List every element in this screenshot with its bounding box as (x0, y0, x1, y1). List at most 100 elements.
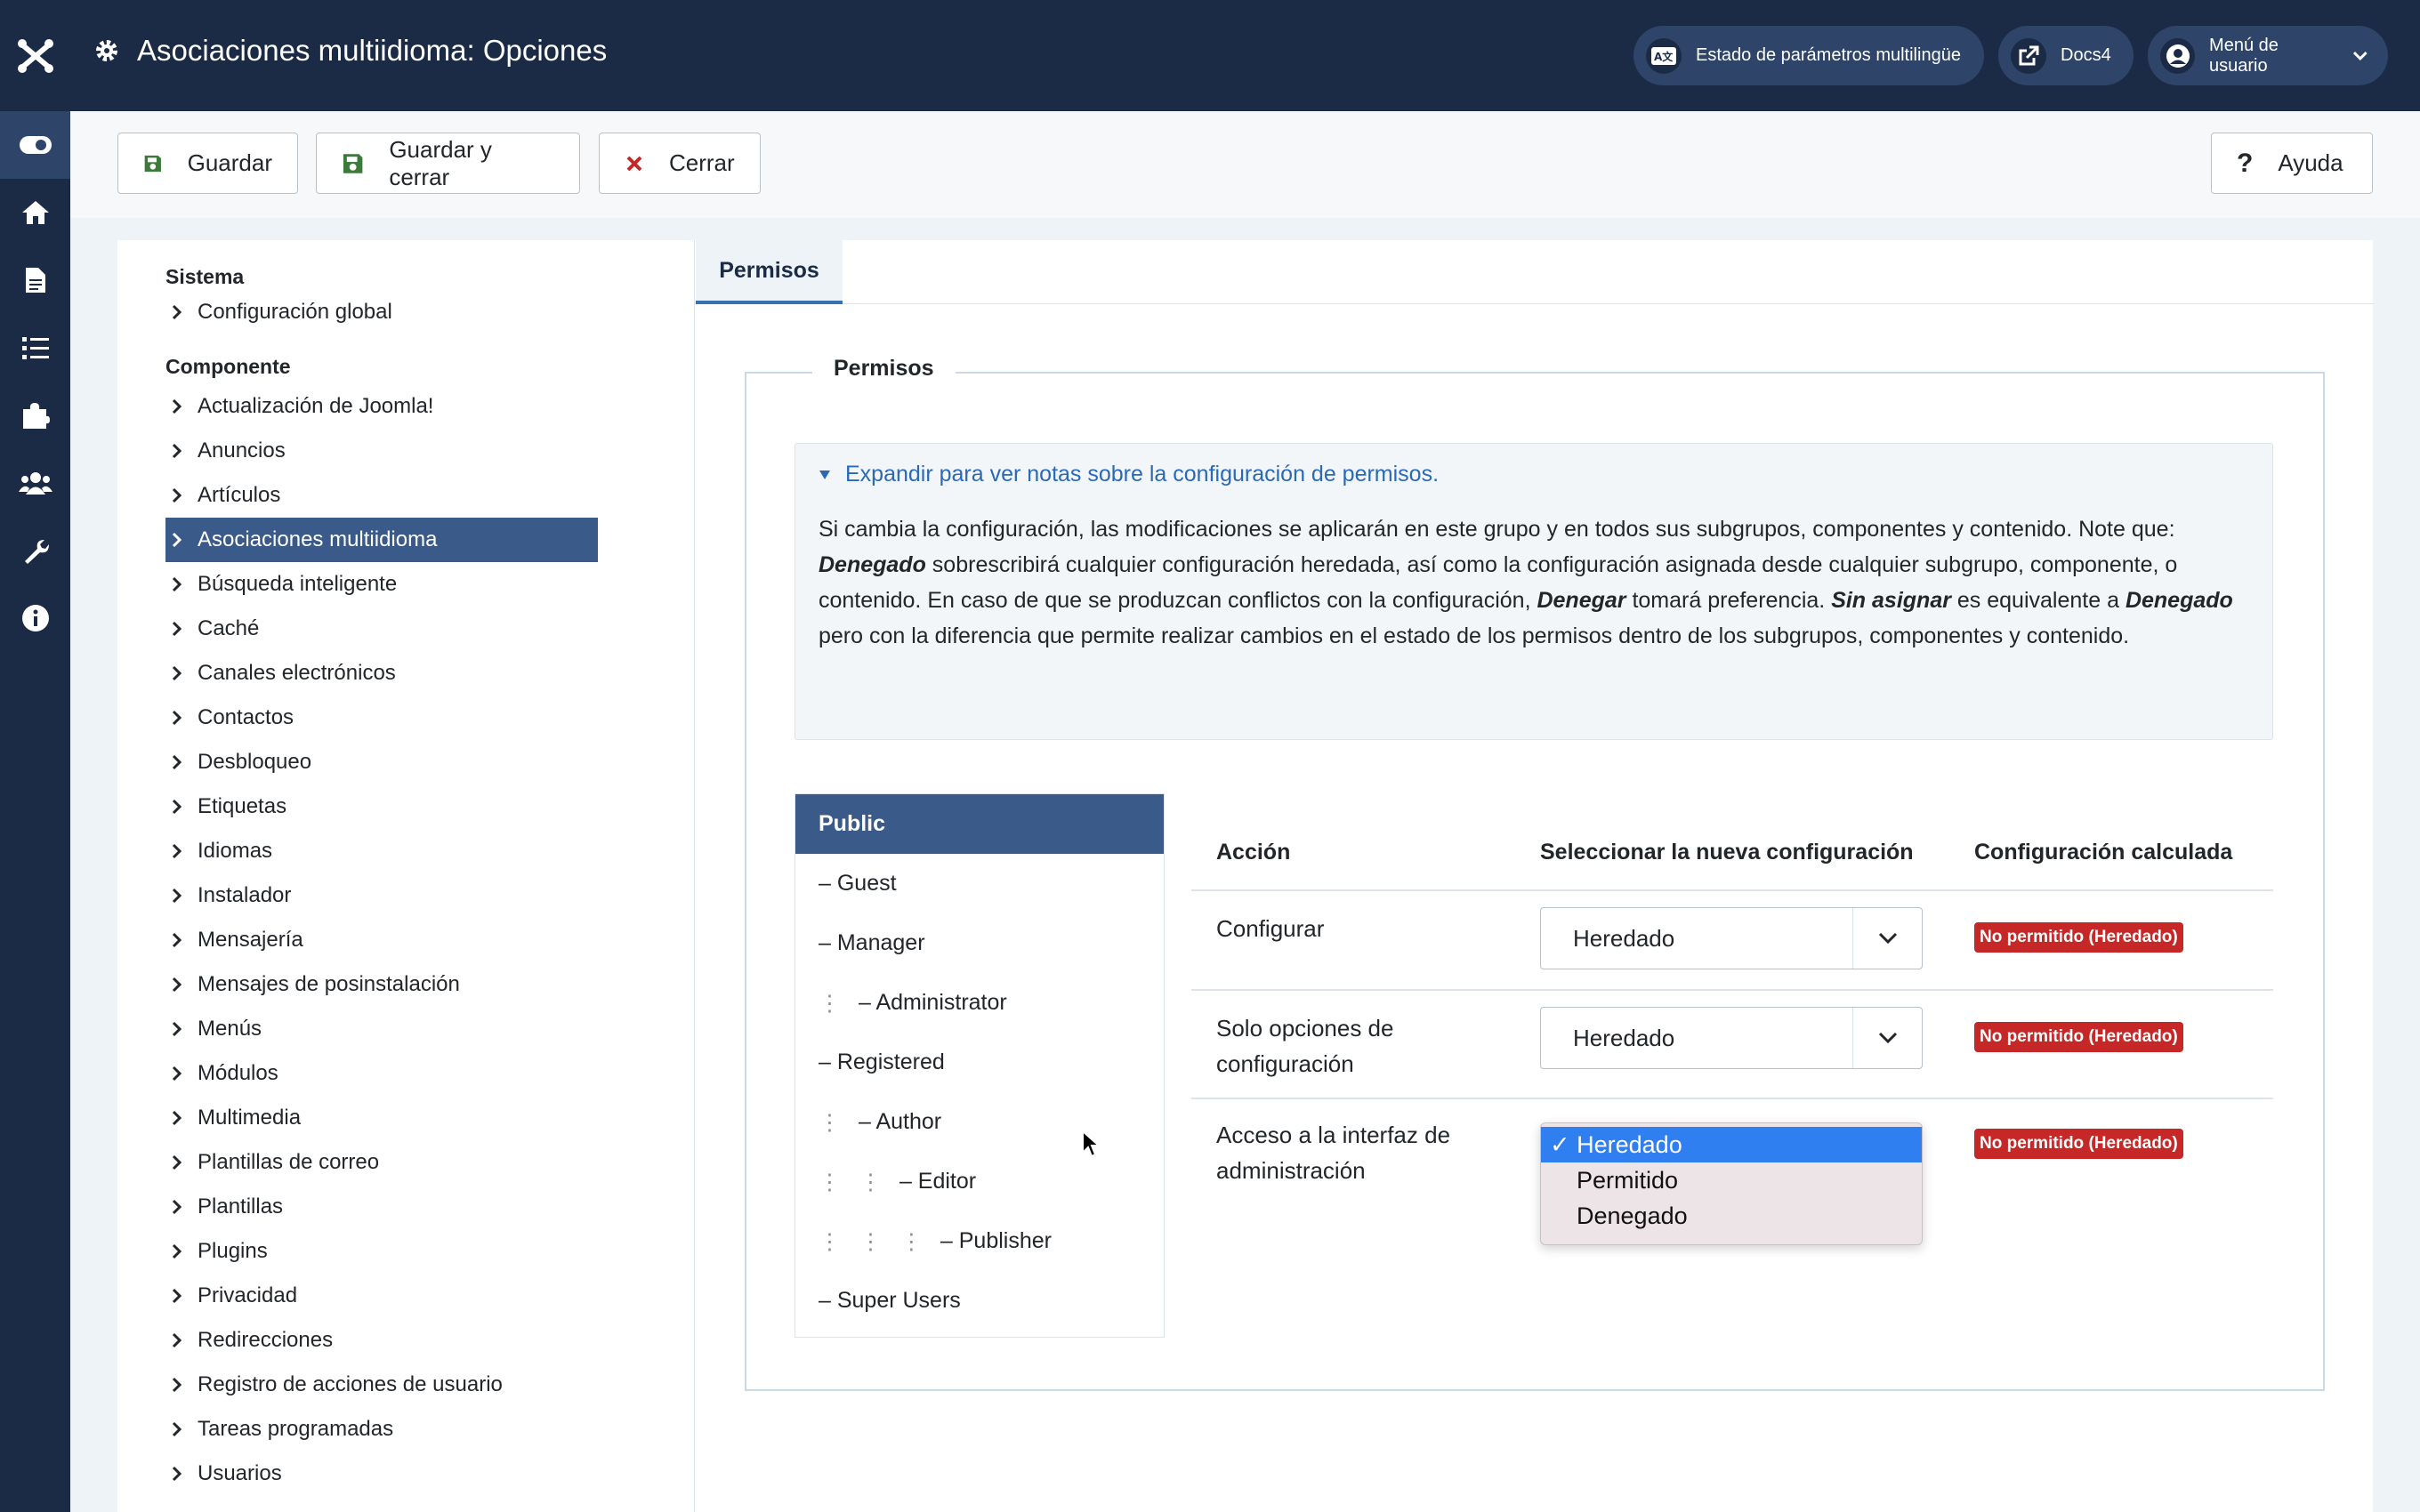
nav-item-component[interactable]: Actualización de Joomla! (165, 384, 598, 429)
user-group-item[interactable]: Public (795, 794, 1164, 854)
nav-item-component[interactable]: Caché (165, 607, 598, 651)
rail-home[interactable] (0, 179, 70, 246)
nav-item-component[interactable]: Anuncios (165, 429, 598, 473)
user-group-item[interactable]: ⋮ – Author (795, 1092, 1164, 1152)
info-icon (21, 605, 49, 631)
user-group-item[interactable]: – Super Users (795, 1271, 1164, 1331)
nav-heading-system: Sistema (165, 265, 245, 288)
nav-item-component[interactable]: Desbloqueo (165, 740, 598, 784)
save-close-button[interactable]: Guardar y cerrar (316, 133, 580, 194)
joomla-logo[interactable] (0, 0, 70, 111)
rail-menus[interactable] (0, 314, 70, 382)
page-title-group: Asociaciones multiidioma: Opciones (93, 34, 607, 68)
nav-item-component[interactable]: Artículos (165, 473, 598, 518)
status-badge: No permitido (Heredado) (1974, 1022, 2183, 1052)
status-badge: No permitido (Heredado) (1974, 1129, 2183, 1159)
chevron-right-icon (172, 1377, 182, 1393)
tab-permissions[interactable]: Permisos (696, 240, 843, 304)
user-group-item[interactable]: ⋮ ⋮ ⋮ – Publisher (795, 1211, 1164, 1271)
permission-select[interactable]: Heredado (1540, 907, 1923, 969)
nav-item-label: Mensajes de posinstalación (198, 972, 460, 996)
permission-select[interactable]: Heredado (1540, 1007, 1923, 1069)
nav-item-label: Canales electrónicos (198, 661, 396, 685)
dropdown-option-denegado[interactable]: Denegado (1541, 1198, 1922, 1234)
multilang-status-label: Estado de parámetros multilingüe (1696, 45, 1961, 65)
nav-item-label: Plantillas (198, 1194, 284, 1218)
chevron-right-icon (172, 1466, 182, 1482)
nav-item-component[interactable]: Redirecciones (165, 1318, 598, 1363)
save-button[interactable]: Guardar (117, 133, 298, 194)
chevron-right-icon (172, 576, 182, 592)
nav-item-component[interactable]: Etiquetas (165, 784, 598, 829)
user-menu-button[interactable]: Menú de usuario (2148, 26, 2388, 85)
action-label: Acceso a la interfaz de administración (1216, 1122, 1451, 1184)
rail-help[interactable] (0, 584, 70, 652)
close-button[interactable]: Cerrar (599, 133, 761, 194)
nav-item-component[interactable]: Plantillas (165, 1185, 598, 1229)
chevron-right-icon (172, 532, 182, 548)
fieldset-legend: Permisos (812, 356, 956, 382)
nav-item-component[interactable]: Menús (165, 1007, 598, 1051)
chevron-right-icon (172, 843, 182, 859)
multilang-status-button[interactable]: A文 Estado de parámetros multilingüe (1634, 26, 1984, 85)
nav-item-label: Etiquetas (198, 794, 287, 818)
dropdown-option-permitido[interactable]: Permitido (1541, 1162, 1922, 1198)
home-icon (21, 201, 49, 224)
nav-item-component[interactable]: Mensajería (165, 918, 598, 962)
user-group-item[interactable]: ⋮ – Administrator (795, 973, 1164, 1033)
user-group-item[interactable]: – Registered (795, 1033, 1164, 1092)
user-group-item[interactable]: – Guest (795, 854, 1164, 913)
options-nav: Sistema Configuración global Componente … (117, 240, 694, 1512)
user-group-item[interactable]: – Manager (795, 913, 1164, 973)
action-label: Solo opciones de configuración (1216, 1015, 1394, 1077)
nav-item-component[interactable]: Instalador (165, 873, 598, 918)
chevron-right-icon (172, 621, 182, 637)
toggle-menu-button[interactable] (0, 111, 70, 179)
nav-item-label: Menús (198, 1017, 262, 1041)
nav-item-component[interactable]: Privacidad (165, 1274, 598, 1318)
nav-item-component[interactable]: Módulos (165, 1051, 598, 1096)
notes-bold-denegado: Denegado (819, 552, 926, 577)
nav-item-component[interactable]: Canales electrónicos (165, 651, 598, 696)
notes-body: Si cambia la configuración, las modifica… (819, 511, 2251, 654)
nav-item-label: Redirecciones (198, 1328, 334, 1352)
nav-item-component[interactable]: Búsqueda inteligente (165, 562, 598, 607)
notes-bold-denegar: Denegar (1537, 588, 1626, 613)
chevron-right-icon (172, 977, 182, 993)
main-panel: Permisos Permisos Expandir para ver nota… (694, 240, 2374, 1512)
triangle-down-icon (819, 470, 830, 479)
nav-item-component[interactable]: Usuarios (165, 1452, 598, 1496)
notes-toggle[interactable]: Expandir para ver notas sobre la configu… (819, 462, 1439, 487)
rail-content[interactable] (0, 246, 70, 314)
language-icon: A文 (1646, 37, 1682, 74)
chevron-right-icon (172, 932, 182, 948)
nav-item-component[interactable]: Plugins (165, 1229, 598, 1274)
divider (1191, 889, 2273, 891)
nav-item-component[interactable]: Mensajes de posinstalación (165, 962, 598, 1007)
nav-item-label: Caché (198, 616, 260, 640)
nav-item-component[interactable]: Tareas programadas (165, 1407, 598, 1452)
nav-item-component[interactable]: Asociaciones multiidioma (165, 518, 598, 562)
nav-item-component[interactable]: Registro de acciones de usuario (165, 1363, 598, 1407)
chevron-right-icon (172, 1021, 182, 1037)
nav-item-label: Idiomas (198, 839, 273, 863)
help-label: Ayuda (2278, 149, 2343, 176)
nav-item-component[interactable]: Contactos (165, 696, 598, 740)
nav-item-component[interactable]: Multimedia (165, 1096, 598, 1140)
dropdown-option-heredado[interactable]: ✓ Heredado (1541, 1127, 1922, 1162)
rail-users[interactable] (0, 449, 70, 517)
user-group-label: – Guest (819, 871, 897, 896)
nav-item-component[interactable]: Plantillas de correo (165, 1140, 598, 1185)
file-icon (25, 268, 45, 293)
nav-item-system[interactable]: Configuración global (165, 290, 598, 334)
rail-extensions[interactable] (0, 382, 70, 449)
tree-indent: ⋮ (819, 990, 841, 1016)
notes-text-3: tomará preferencia. (1625, 588, 1832, 613)
user-group-item[interactable]: ⋮ ⋮ – Editor (795, 1152, 1164, 1211)
docs-button[interactable]: Docs4 (1998, 26, 2134, 85)
rail-system[interactable] (0, 517, 70, 584)
permission-dropdown-open[interactable]: ✓ Heredado Permitido Denegado (1540, 1122, 1923, 1245)
help-button[interactable]: ? Ayuda (2211, 133, 2373, 194)
puzzle-icon (22, 403, 50, 429)
nav-item-component[interactable]: Idiomas (165, 829, 598, 873)
